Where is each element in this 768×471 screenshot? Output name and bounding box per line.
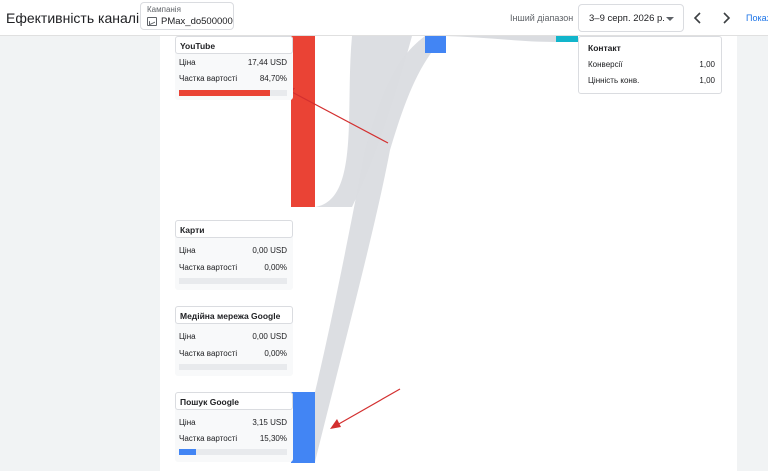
contact-card[interactable]: Контакт Конверсії 1,00 Цінність конв. 1,00: [578, 36, 722, 94]
chevron-left-icon: [693, 12, 701, 24]
date-range-dropdown[interactable]: 3–9 серп. 2026 р.: [578, 4, 684, 32]
channel-card-maps[interactable]: Карти Ціна 0,00 USD Частка вартості 0,00%: [175, 220, 293, 290]
share-bar: [179, 364, 287, 370]
channel-name: Карти: [175, 220, 293, 238]
prev-period-button[interactable]: [688, 8, 708, 28]
date-range-value: 3–9 серп. 2026 р.: [589, 13, 665, 24]
channel-name: Медійна мережа Google: [175, 306, 293, 324]
chevron-right-icon: [723, 12, 731, 24]
range-label: Інший діапазон: [510, 13, 574, 23]
channel-card-search[interactable]: Пошук Google Ціна 3,15 USD Частка вартост…: [175, 392, 293, 462]
channel-name: Пошук Google: [175, 392, 293, 410]
campaign-selector[interactable]: Кампанія PMax_do500000: [140, 2, 234, 30]
contact-title: Контакт: [588, 43, 621, 53]
page-title: Ефективність каналів: [6, 10, 147, 26]
next-period-button[interactable]: [716, 8, 736, 28]
channel-card-youtube[interactable]: YouTube Ціна 17,44 USD Частка вартості 84,…: [175, 36, 293, 100]
share-bar: [179, 449, 287, 455]
channel-card-display[interactable]: Медійна мережа Google Ціна 0,00 USD Частк…: [175, 306, 293, 376]
campaign-type-icon: [147, 17, 157, 26]
show-link[interactable]: Показ: [746, 13, 768, 23]
share-bar-fill: [179, 449, 196, 455]
campaign-name: PMax_do500000: [161, 16, 233, 27]
campaign-label: Кампанія: [147, 5, 181, 14]
caret-down-icon: [666, 17, 674, 21]
share-bar: [179, 278, 287, 284]
header-bar: Ефективність каналів Кампанія PMax_do500…: [0, 0, 768, 36]
share-bar-fill: [179, 90, 271, 96]
channel-name: YouTube: [175, 36, 293, 54]
share-bar: [179, 90, 287, 96]
